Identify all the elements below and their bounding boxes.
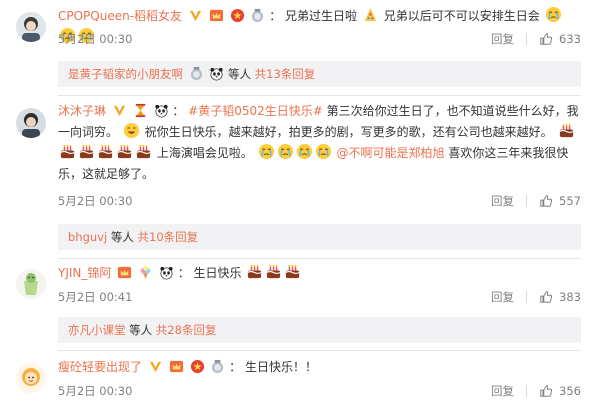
like-count: 633 (559, 32, 581, 46)
comment-time: 5月2日 00:30 (58, 194, 133, 208)
comment-separator: ： (229, 360, 242, 374)
crying-face-emoji-icon (315, 143, 332, 160)
comment-divider (58, 95, 581, 96)
comment-separator: ： (269, 9, 282, 23)
red-medal-badge-icon[interactable] (190, 359, 205, 374)
like-count: 383 (559, 290, 581, 304)
like-count: 557 (559, 194, 581, 208)
comment-divider (58, 258, 581, 259)
avatar[interactable] (16, 12, 46, 42)
member-crown-badge-icon[interactable] (209, 8, 224, 23)
thumbs-up-icon (540, 385, 553, 397)
red-medal-badge-icon[interactable] (230, 8, 245, 23)
vip-v-badge-icon[interactable] (188, 8, 203, 23)
like-count: 356 (559, 384, 581, 398)
vip-v-badge-icon[interactable] (112, 103, 127, 118)
avatar-image (16, 269, 46, 299)
comment-text-2: 兄弟以后可不可以安排生日会 (383, 9, 540, 23)
crying-face-emoji-icon (296, 143, 313, 160)
birthday-cake-emoji-icon (558, 122, 575, 139)
comment-text: 生日快乐 (193, 266, 242, 280)
mention-link[interactable]: @不啊可能是郑柏旭 (337, 146, 445, 160)
thumbs-up-icon (540, 195, 553, 207)
reply-button[interactable]: 回复 (491, 383, 514, 399)
sub-reply-mid-text: 等人 (227, 67, 251, 81)
birthday-cake-emoji-icon (78, 143, 95, 160)
birthday-cake-emoji-icon (59, 143, 76, 160)
reply-button[interactable]: 回复 (491, 289, 514, 305)
avatar-image (16, 108, 46, 138)
crying-face-emoji-icon (277, 143, 294, 160)
comment-time: 5月2日 00:30 (58, 384, 133, 398)
action-divider (526, 385, 528, 397)
avatar[interactable] (16, 108, 46, 138)
silver-medal-badge-icon[interactable] (250, 8, 265, 23)
member-crown-badge-icon[interactable] (117, 265, 132, 280)
birthday-cake-emoji-icon (246, 263, 263, 280)
sub-reply-summary[interactable]: 是黄子韬家的小朋友啊 等人 共13条回复 (58, 61, 581, 87)
sub-reply-user[interactable]: bhguvj (68, 230, 107, 244)
comment-text-3: 上海演唱会见啦。 (156, 146, 253, 160)
comment-separator: ： (172, 104, 185, 118)
action-divider (526, 291, 528, 303)
grin-face-emoji-icon (123, 122, 140, 139)
avatar-image (16, 12, 46, 42)
comment-separator: ： (177, 266, 190, 280)
view-more-replies-link[interactable]: 共28条回复 (156, 323, 217, 337)
birthday-cake-emoji-icon (135, 143, 152, 160)
action-divider (526, 33, 528, 45)
view-more-replies-link[interactable]: 共10条回复 (138, 230, 199, 244)
sub-reply-mid-text: 等人 (110, 230, 134, 244)
thumbs-up-icon (540, 291, 553, 303)
like-button[interactable]: 383 (539, 290, 581, 304)
username[interactable]: YJIN_锦阿 (58, 266, 111, 280)
panda-badge-icon[interactable] (159, 265, 174, 280)
panda-badge-icon[interactable] (209, 66, 224, 81)
comment-divider (58, 350, 581, 351)
username[interactable]: CPOPQueen-稻稻女友 (58, 9, 182, 23)
comment-time: 5月2日 00:30 (58, 32, 133, 46)
silver-medal-badge-icon[interactable] (189, 66, 204, 81)
crying-face-emoji-icon (258, 143, 275, 160)
member-crown-badge-icon[interactable] (169, 359, 184, 374)
silver-medal-badge-icon[interactable] (210, 359, 225, 374)
view-more-replies-link[interactable]: 共13条回复 (255, 67, 316, 81)
comment-time: 5月2日 00:41 (58, 290, 133, 304)
party-hat-emoji-icon (362, 6, 379, 23)
sub-reply-user[interactable]: 亦凡小课堂 (68, 323, 126, 337)
panda-badge-icon[interactable] (154, 103, 169, 118)
vip-v-badge-icon[interactable] (148, 359, 163, 374)
reply-button[interactable]: 回复 (491, 193, 514, 209)
comment-text: 生日快乐！！ (245, 360, 318, 374)
comment-text-2: 祝你生日快乐，越来越好，拍更多的剧，写更多的歌，还有公司也越来越好。 (144, 125, 553, 139)
birthday-cake-emoji-icon (284, 263, 301, 280)
birthday-cake-emoji-icon (116, 143, 133, 160)
ice-cream-badge-icon[interactable] (138, 265, 153, 280)
hourglass-badge-icon[interactable] (133, 103, 148, 118)
birthday-cake-emoji-icon (97, 143, 114, 160)
like-button[interactable]: 356 (539, 384, 581, 398)
avatar[interactable] (16, 363, 46, 393)
comment-text: 兄弟过生日啦 (285, 9, 358, 23)
avatar[interactable] (16, 269, 46, 299)
sub-reply-summary[interactable]: 亦凡小课堂 等人 共28条回复 (58, 317, 581, 343)
birthday-cake-emoji-icon (265, 263, 282, 280)
topic-link[interactable]: #黄子韬0502生日快乐# (188, 104, 323, 118)
sub-reply-user[interactable]: 是黄子韬家的小朋友啊 (68, 67, 183, 81)
action-divider (526, 195, 528, 207)
sub-reply-summary[interactable]: bhguvj 等人 共10条回复 (58, 224, 581, 250)
like-button[interactable]: 633 (539, 32, 581, 46)
reply-button[interactable]: 回复 (491, 31, 514, 47)
thumbs-up-icon (540, 33, 553, 45)
crying-face-emoji-icon (545, 6, 562, 23)
avatar-image (16, 363, 46, 393)
username[interactable]: 瘦砼轻要出现了 (58, 360, 142, 374)
username[interactable]: 沐沐子琳 (58, 104, 106, 118)
sub-reply-mid-text: 等人 (129, 323, 153, 337)
like-button[interactable]: 557 (539, 194, 581, 208)
